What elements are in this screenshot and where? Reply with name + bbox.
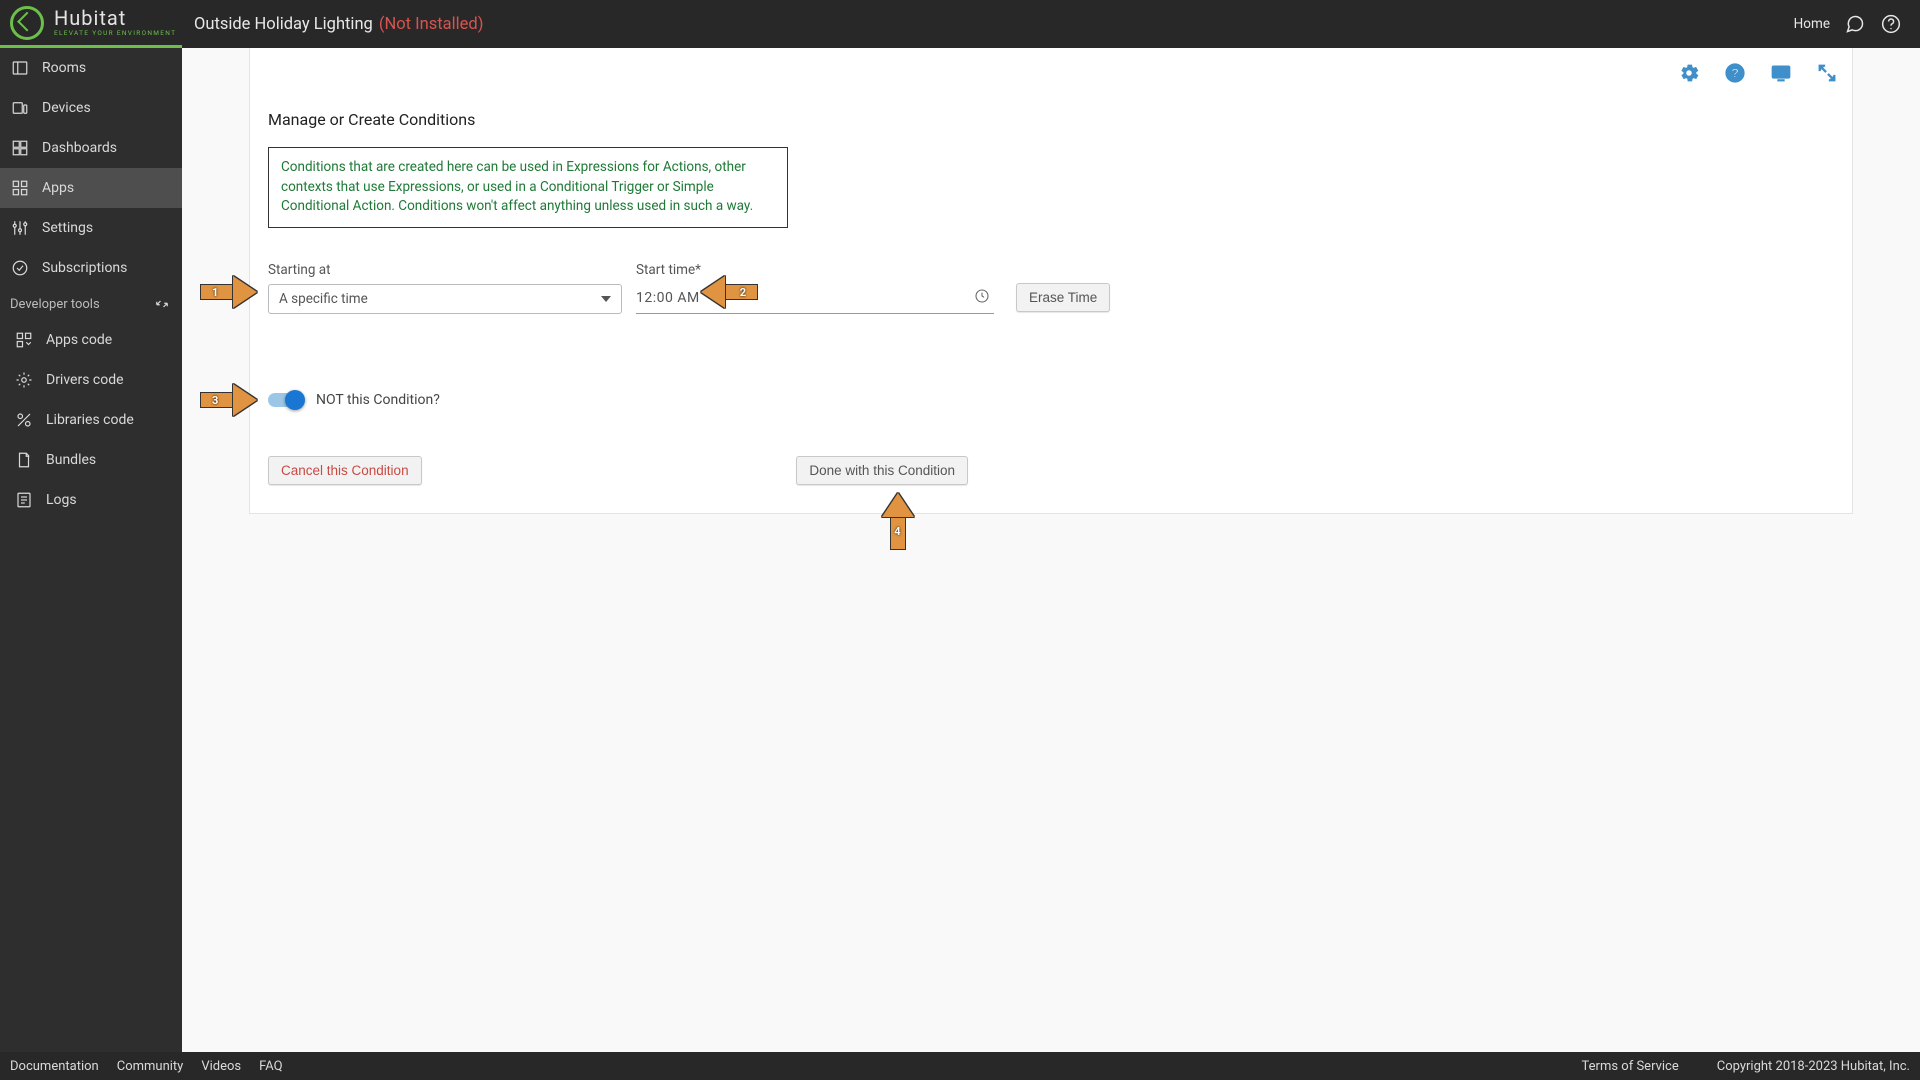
footer-link-documentation[interactable]: Documentation (10, 1059, 99, 1074)
collapse-icon (152, 294, 172, 314)
sidebar-group-developer-tools[interactable]: Developer tools (0, 288, 182, 320)
settings-icon (10, 218, 30, 238)
footer-link-community[interactable]: Community (117, 1059, 184, 1074)
sidebar-item-bundles[interactable]: Bundles (0, 440, 182, 480)
not-condition-label: NOT this Condition? (316, 392, 440, 408)
footer-link-videos[interactable]: Videos (201, 1059, 241, 1074)
info-box: Conditions that are created here can be … (268, 147, 788, 228)
apps-code-icon (14, 330, 34, 350)
sidebar-item-label: Apps code (46, 332, 112, 348)
start-time-label: Start time* (636, 262, 994, 278)
footer-link-faq[interactable]: FAQ (259, 1059, 282, 1074)
footer-copyright: Copyright 2018-2023 Hubitat, Inc. (1717, 1059, 1910, 1074)
sidebar-item-label: Drivers code (46, 372, 124, 388)
expand-icon[interactable] (1816, 62, 1838, 88)
sidebar-item-libraries-code[interactable]: Libraries code (0, 400, 182, 440)
monitor-icon[interactable] (1770, 62, 1792, 88)
cancel-button[interactable]: Cancel this Condition (268, 456, 422, 485)
starting-at-select[interactable]: A specific time (268, 284, 622, 314)
sidebar-item-logs[interactable]: Logs (0, 480, 182, 520)
sidebar-item-dashboards[interactable]: Dashboards (0, 128, 182, 168)
sidebar-item-label: Subscriptions (42, 260, 127, 276)
done-button[interactable]: Done with this Condition (796, 456, 968, 485)
sidebar-item-label: Bundles (46, 452, 96, 468)
content-card: ? Manage or Create Conditions Conditions… (249, 48, 1853, 514)
main: ? Manage or Create Conditions Conditions… (182, 48, 1920, 1052)
starting-at-label: Starting at (268, 262, 622, 278)
chevron-down-icon (601, 296, 611, 302)
libraries-code-icon (14, 410, 34, 430)
start-time-input[interactable]: 12:00 AM (636, 284, 994, 314)
starting-at-value: A specific time (279, 291, 368, 307)
sidebar-item-apps-code[interactable]: Apps code (0, 320, 182, 360)
section-title: Manage or Create Conditions (268, 110, 1834, 129)
sidebar-item-label: Dashboards (42, 140, 117, 156)
logs-icon (14, 490, 34, 510)
sidebar-item-settings[interactable]: Settings (0, 208, 182, 248)
erase-time-button[interactable]: Erase Time (1016, 283, 1110, 312)
sidebar-item-rooms[interactable]: Rooms (0, 48, 182, 88)
sidebar-item-label: Logs (46, 492, 77, 508)
sidebar-item-subscriptions[interactable]: Subscriptions (0, 248, 182, 288)
start-time-value: 12:00 AM (636, 290, 700, 306)
clock-icon (974, 288, 990, 308)
bundles-icon (14, 450, 34, 470)
dashboards-icon (10, 138, 30, 158)
brand-name: Hubitat (54, 8, 176, 28)
topbar: Hubitat ELEVATE YOUR ENVIRONMENT Outside… (0, 0, 1920, 48)
page-title: Outside Holiday Lighting (194, 15, 373, 34)
drivers-code-icon (14, 370, 34, 390)
sidebar-group-label: Developer tools (10, 297, 100, 312)
devices-icon (10, 98, 30, 118)
apps-icon (10, 178, 30, 198)
sidebar-item-apps[interactable]: Apps (0, 168, 182, 208)
footer: Documentation Community Videos FAQ Terms… (0, 1052, 1920, 1080)
help-icon[interactable]: ? (1724, 62, 1746, 88)
not-condition-toggle[interactable] (268, 393, 302, 407)
sidebar-item-label: Devices (42, 100, 91, 116)
logo-icon (10, 6, 44, 40)
sidebar-item-label: Apps (42, 180, 74, 196)
sidebar-item-label: Settings (42, 220, 93, 236)
subscriptions-icon (10, 258, 30, 278)
rooms-icon (10, 58, 30, 78)
logo[interactable]: Hubitat ELEVATE YOUR ENVIRONMENT (0, 0, 182, 48)
home-link[interactable]: Home (1794, 16, 1830, 32)
footer-link-tos[interactable]: Terms of Service (1582, 1059, 1679, 1074)
brand-tagline: ELEVATE YOUR ENVIRONMENT (54, 30, 176, 37)
sidebar-item-label: Rooms (42, 60, 86, 76)
page-status: (Not Installed) (379, 15, 484, 34)
sidebar-item-label: Libraries code (46, 412, 134, 428)
chat-icon[interactable] (1844, 13, 1866, 35)
gear-icon[interactable] (1678, 62, 1700, 88)
help-icon[interactable] (1880, 13, 1902, 35)
sidebar-item-devices[interactable]: Devices (0, 88, 182, 128)
sidebar: Rooms Devices Dashboards Apps Settings S… (0, 48, 182, 1052)
sidebar-item-drivers-code[interactable]: Drivers code (0, 360, 182, 400)
svg-text:?: ? (1731, 66, 1739, 81)
